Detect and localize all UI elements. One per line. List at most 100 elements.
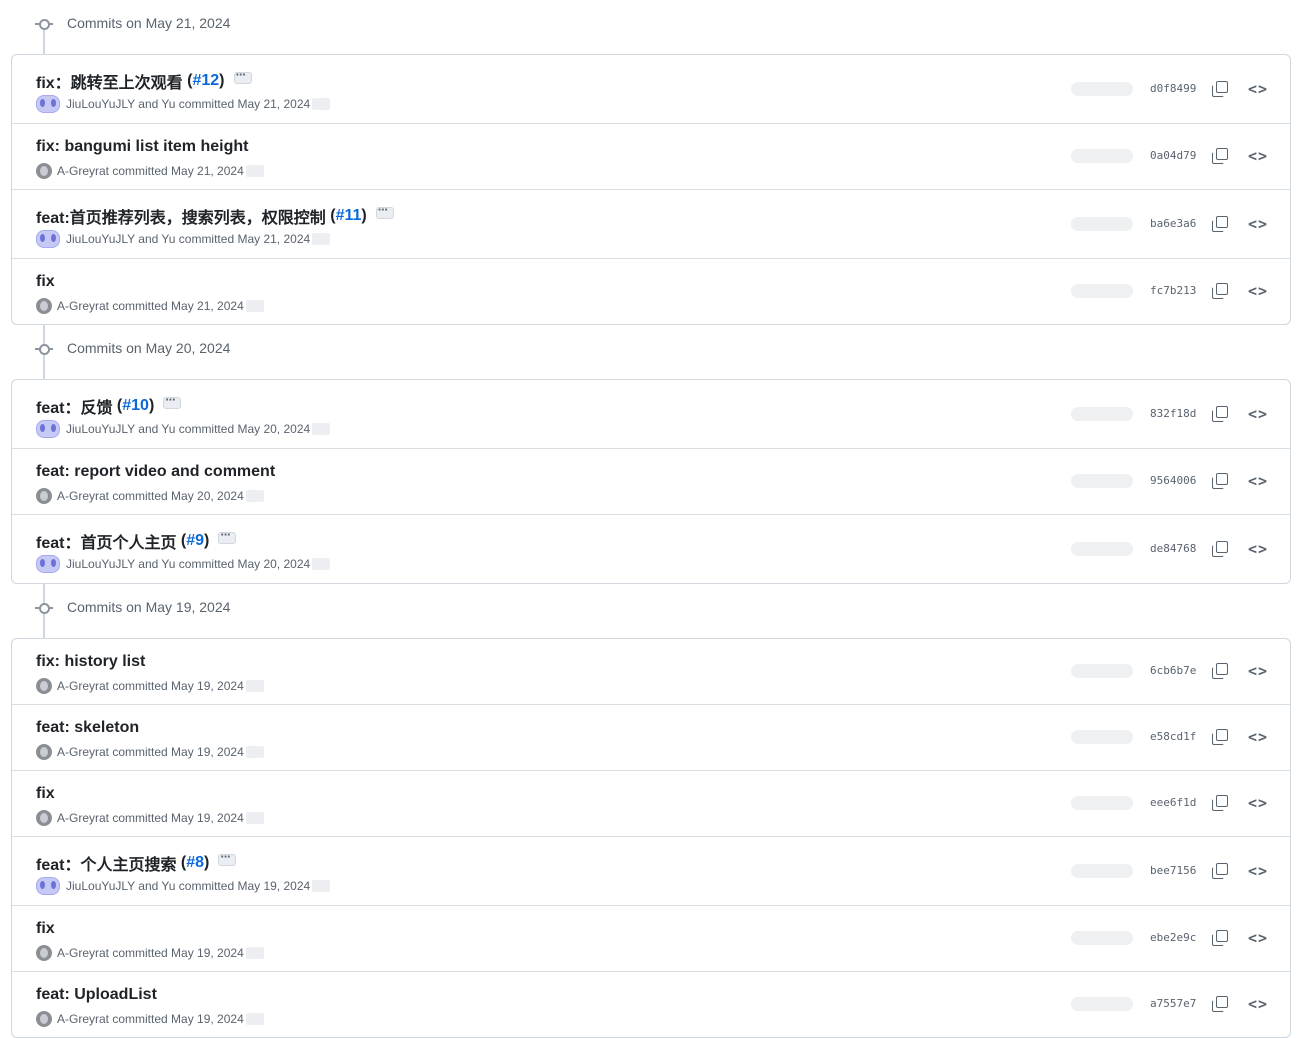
avatar[interactable] <box>36 230 60 248</box>
ellipsis-icon[interactable] <box>218 849 237 866</box>
commit-message-link[interactable]: feat：首页个人主页 <box>36 529 176 553</box>
avatar[interactable] <box>36 678 52 694</box>
copy-icon-front <box>1216 406 1228 418</box>
copy-icon-front <box>1216 996 1228 1008</box>
code-icon[interactable]: <> <box>1248 864 1267 879</box>
status-badge <box>1071 474 1133 488</box>
redacted-time <box>245 812 264 824</box>
commit-message-link[interactable]: fix：跳转至上次观看 <box>36 69 183 93</box>
code-icon[interactable]: <> <box>1248 664 1267 679</box>
pull-request-link[interactable]: #10 <box>122 397 149 415</box>
code-icon[interactable]: <> <box>1248 730 1267 745</box>
commit-message-link[interactable]: feat: report video and comment <box>36 463 275 481</box>
commit-meta: A-Greyrat committed May 19, 2024 <box>36 678 264 694</box>
ellipsis-icon[interactable] <box>163 392 182 409</box>
copy-icon[interactable] <box>1212 930 1228 946</box>
avatar[interactable] <box>36 945 52 961</box>
copy-icon[interactable] <box>1212 216 1228 232</box>
commit-sha-link[interactable]: 832f18d <box>1150 407 1196 420</box>
copy-icon[interactable] <box>1212 729 1228 745</box>
avatar[interactable] <box>36 877 60 895</box>
code-icon[interactable]: <> <box>1248 82 1267 97</box>
commit-sha-link[interactable]: 6cb6b7e <box>1150 664 1196 677</box>
redacted-time <box>312 880 331 892</box>
code-icon[interactable]: <> <box>1248 284 1267 299</box>
commit-message-link[interactable]: feat:首页推荐列表，搜索列表，权限控制 <box>36 204 326 228</box>
commit-author-line: JiuLouYuJLY and Yu committed May 21, 202… <box>66 232 311 246</box>
copy-icon[interactable] <box>1212 283 1228 299</box>
commit-sha-link[interactable]: bee7156 <box>1150 864 1196 877</box>
commit-history: Commits on May 21, 2024 fix：跳转至上次观看 (#12)… <box>0 0 1304 1038</box>
copy-icon[interactable] <box>1212 406 1228 422</box>
copy-icon-front <box>1216 216 1228 228</box>
commit-group-date: Commits on May 21, 2024 <box>67 15 231 31</box>
copy-icon[interactable] <box>1212 863 1228 879</box>
commit-sha-link[interactable]: e58cd1f <box>1150 730 1196 743</box>
commit-message-link[interactable]: feat: skeleton <box>36 719 139 737</box>
commit-sha-link[interactable]: a7557e7 <box>1150 997 1196 1010</box>
status-badge <box>1071 730 1133 744</box>
commit-message-link[interactable]: feat：个人主页搜索 <box>36 851 176 875</box>
commit-message-link[interactable]: fix <box>36 273 55 291</box>
commit-message-link[interactable]: feat：反馈 <box>36 394 112 418</box>
commit-message-link[interactable]: feat: UploadList <box>36 986 157 1004</box>
status-badge <box>1071 542 1133 556</box>
commit-sha-link[interactable]: 9564006 <box>1150 474 1196 487</box>
copy-icon[interactable] <box>1212 541 1228 557</box>
ellipsis-icon[interactable] <box>233 67 252 84</box>
copy-icon-front <box>1216 930 1228 942</box>
ellipsis-icon[interactable] <box>218 527 237 544</box>
commit-sha-link[interactable]: eee6f1d <box>1150 796 1196 809</box>
commit-message-link[interactable]: fix: history list <box>36 653 145 671</box>
commit-message-link[interactable]: fix: bangumi list item height <box>36 138 248 156</box>
avatar[interactable] <box>36 298 52 314</box>
pull-request-link[interactable]: #9 <box>186 532 204 550</box>
avatar[interactable] <box>36 555 60 573</box>
commit-message: feat：个人主页搜索 (#8) <box>36 849 237 875</box>
pull-request-link[interactable]: #12 <box>192 72 219 90</box>
status-badge <box>1071 997 1133 1011</box>
avatar[interactable] <box>36 163 52 179</box>
code-icon[interactable]: <> <box>1248 931 1267 946</box>
commit-row: feat: skeleton A-Greyrat committed May 19… <box>12 704 1290 770</box>
commit-message-link[interactable]: fix <box>36 920 55 938</box>
commit-author-line: JiuLouYuJLY and Yu committed May 19, 202… <box>66 879 311 893</box>
code-icon[interactable]: <> <box>1248 542 1267 557</box>
code-icon[interactable]: <> <box>1248 474 1267 489</box>
avatar[interactable] <box>36 95 60 113</box>
redacted-time <box>245 490 264 502</box>
commit-sha-link[interactable]: d0f8499 <box>1150 82 1196 95</box>
commit-row: fix A-Greyrat committed May 19, 2024 eee6f… <box>12 770 1290 836</box>
commit-sha-link[interactable]: 0a04d79 <box>1150 149 1196 162</box>
commit-row: fix A-Greyrat committed May 19, 2024 ebe2e… <box>12 905 1290 971</box>
copy-icon[interactable] <box>1212 473 1228 489</box>
commit-author-line: JiuLouYuJLY and Yu committed May 20, 202… <box>66 422 311 436</box>
ellipsis-icon[interactable] <box>375 202 394 219</box>
code-icon[interactable]: <> <box>1248 796 1267 811</box>
avatar[interactable] <box>36 488 52 504</box>
code-icon[interactable]: <> <box>1248 407 1267 422</box>
avatar[interactable] <box>36 420 60 438</box>
avatar[interactable] <box>36 810 52 826</box>
pull-request-link[interactable]: #11 <box>336 207 362 225</box>
paren-close: ) <box>148 397 155 414</box>
commit-sha-link[interactable]: de84768 <box>1150 542 1196 555</box>
copy-icon[interactable] <box>1212 148 1228 164</box>
commit-sha-link[interactable]: ebe2e9c <box>1150 931 1196 944</box>
commit-sha-link[interactable]: ba6e3a6 <box>1150 217 1196 230</box>
commit-sha-link[interactable]: fc7b213 <box>1150 284 1196 297</box>
commit-message-link[interactable]: fix <box>36 785 55 803</box>
status-badge <box>1071 931 1133 945</box>
copy-icon[interactable] <box>1212 81 1228 97</box>
avatar[interactable] <box>36 1011 52 1027</box>
copy-icon[interactable] <box>1212 795 1228 811</box>
copy-icon[interactable] <box>1212 663 1228 679</box>
copy-icon[interactable] <box>1212 996 1228 1012</box>
pull-request-link[interactable]: #8 <box>186 854 204 872</box>
code-icon[interactable]: <> <box>1248 997 1267 1012</box>
commit-author-line: A-Greyrat committed May 20, 2024 <box>57 489 244 503</box>
avatar[interactable] <box>36 744 52 760</box>
copy-icon-front <box>1216 863 1228 875</box>
code-icon[interactable]: <> <box>1248 217 1267 232</box>
code-icon[interactable]: <> <box>1248 149 1267 164</box>
